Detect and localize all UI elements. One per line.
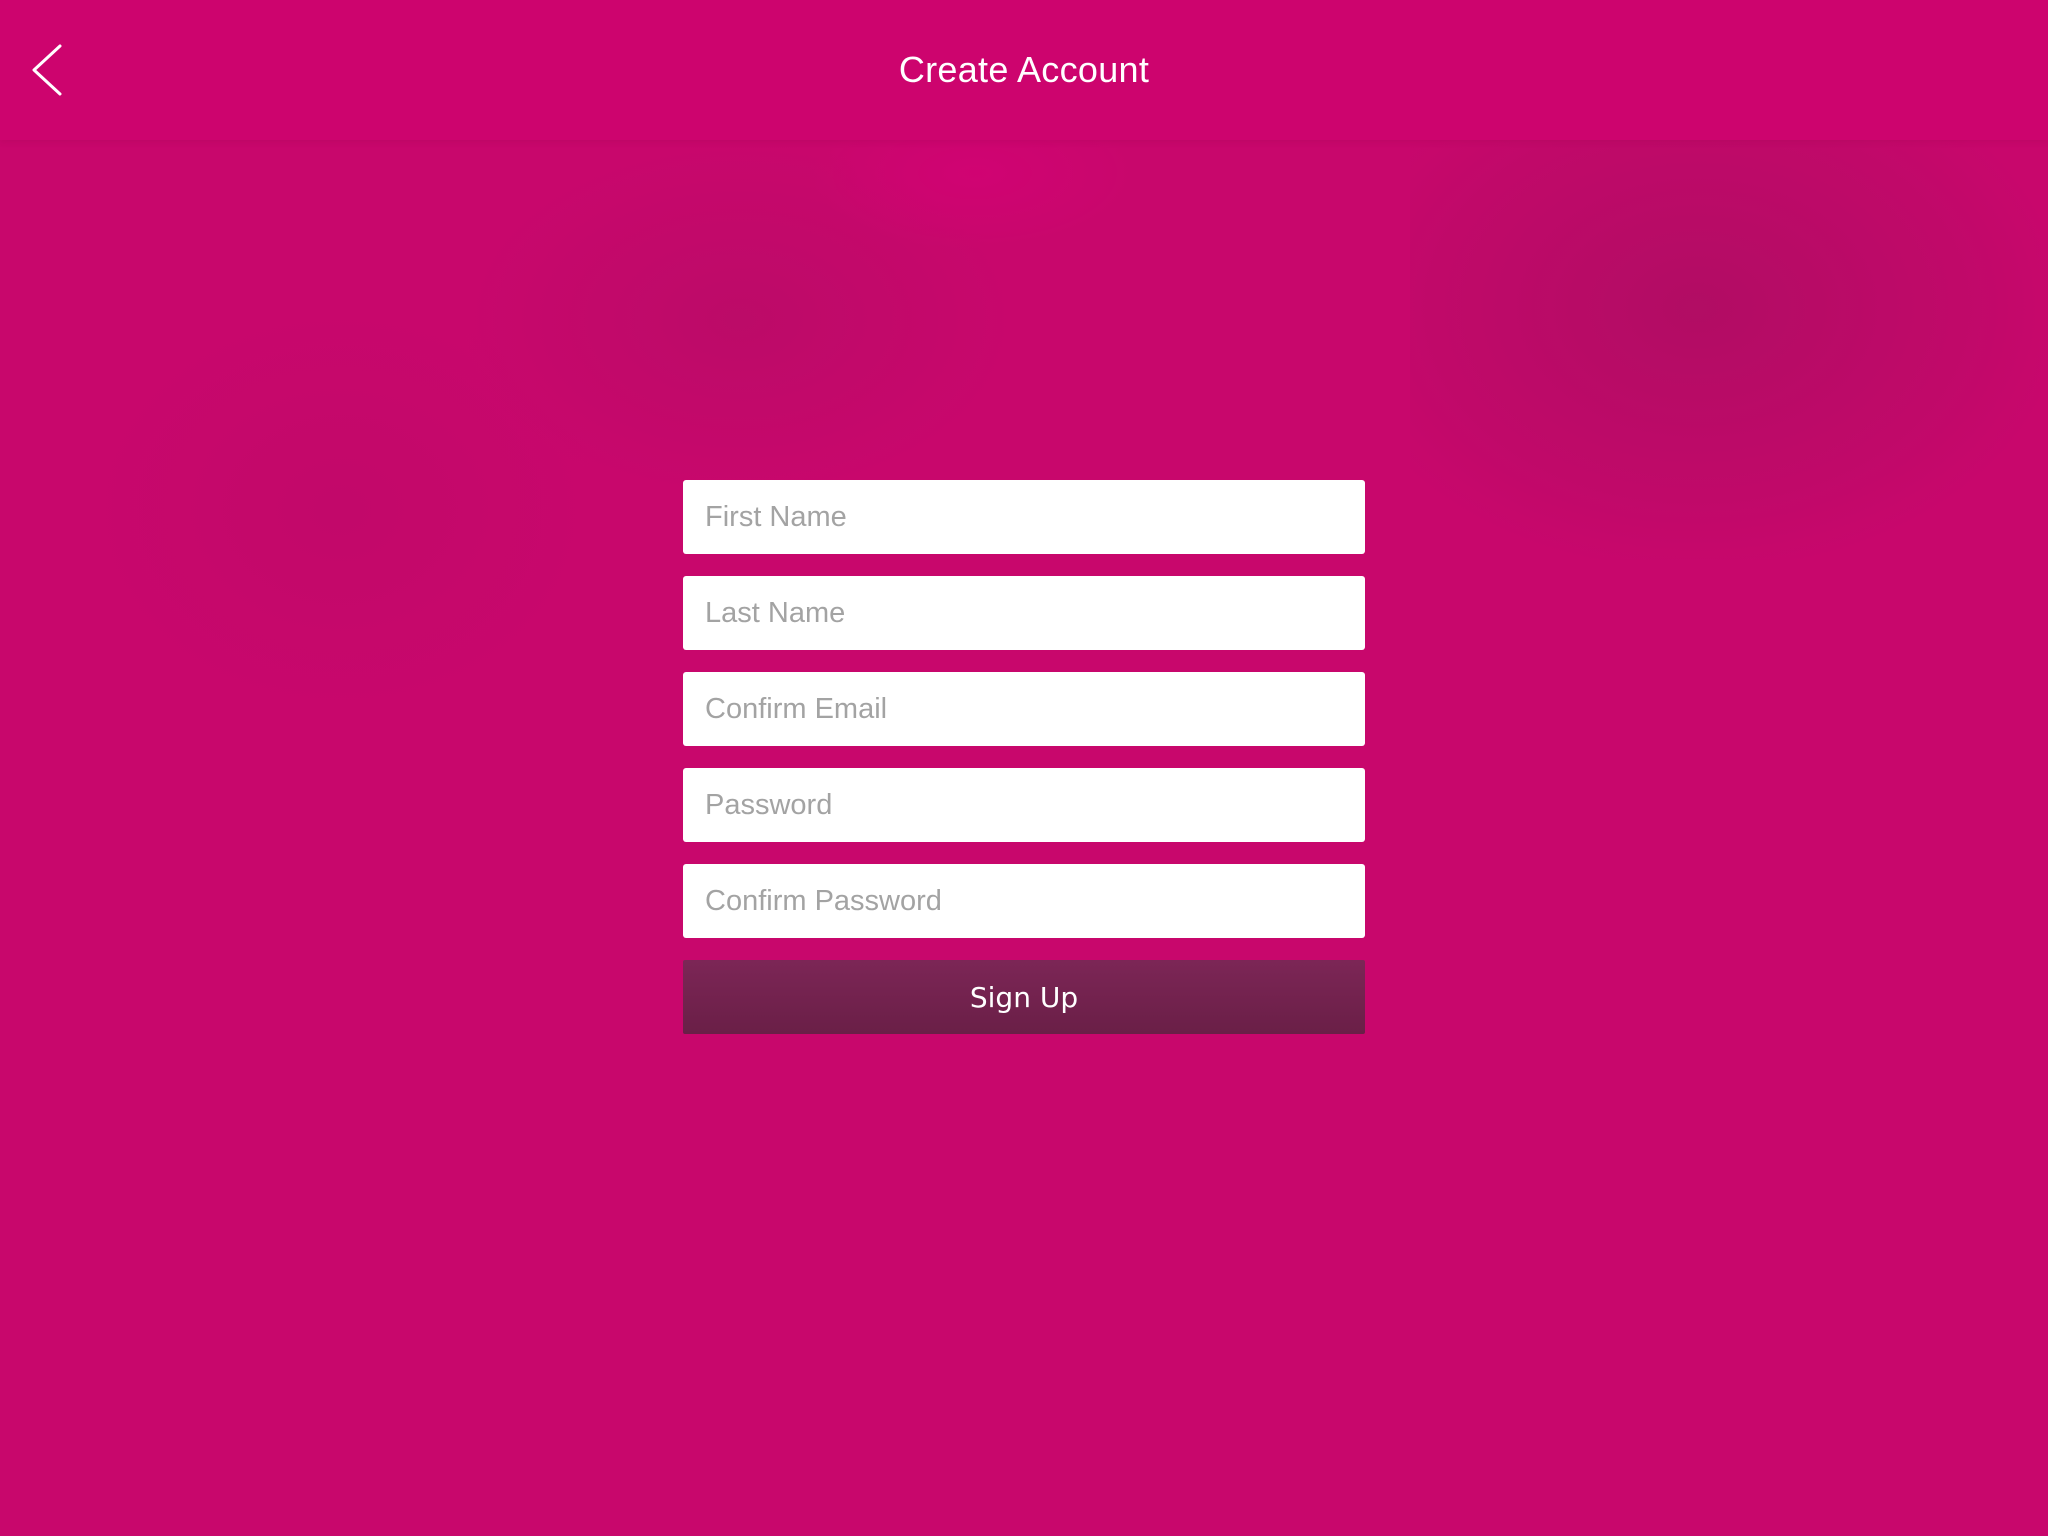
background-blur bbox=[80, 300, 600, 720]
confirm-email-field[interactable] bbox=[683, 672, 1365, 746]
last-name-field[interactable] bbox=[683, 576, 1365, 650]
create-account-screen: Create Account Sign Up bbox=[0, 0, 2048, 1536]
background-blur bbox=[1410, 140, 2048, 560]
password-field[interactable] bbox=[683, 768, 1365, 842]
signup-form: Sign Up bbox=[683, 480, 1365, 1034]
chevron-left-icon bbox=[32, 44, 62, 96]
page-title: Create Account bbox=[898, 49, 1150, 90]
background-blur bbox=[810, 140, 1140, 250]
back-button[interactable] bbox=[20, 34, 90, 104]
confirm-password-field[interactable] bbox=[683, 864, 1365, 938]
sign-up-button[interactable]: Sign Up bbox=[683, 960, 1365, 1034]
first-name-field[interactable] bbox=[683, 480, 1365, 554]
navigation-bar: Create Account bbox=[0, 0, 2048, 140]
background-blur bbox=[460, 140, 1020, 500]
